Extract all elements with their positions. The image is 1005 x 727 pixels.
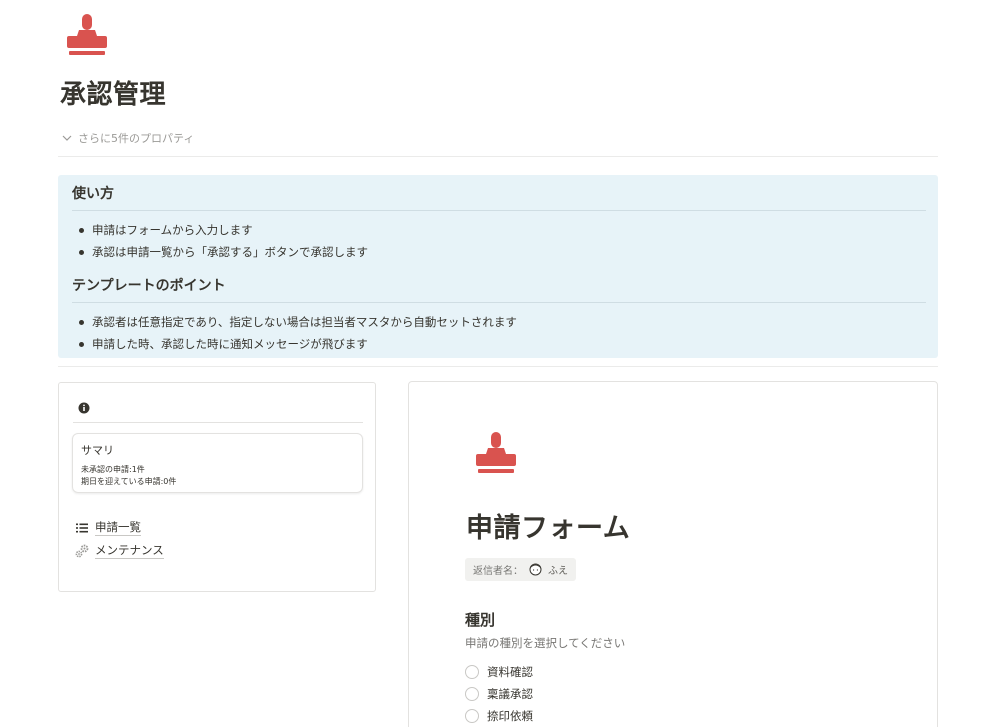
question-description: 申請の種別を選択してください bbox=[465, 636, 626, 650]
question-title: 種別 bbox=[465, 611, 496, 629]
divider bbox=[73, 422, 363, 423]
link-label: メンテナンス bbox=[95, 543, 164, 559]
radio-button[interactable] bbox=[465, 709, 479, 723]
list-icon bbox=[76, 523, 88, 533]
properties-toggle-label: さらに5件のプロパティ bbox=[78, 132, 195, 145]
usage-heading: 使い方 bbox=[72, 183, 926, 211]
gears-icon bbox=[75, 544, 89, 558]
radio-option[interactable]: 捺印依頼 bbox=[465, 708, 533, 724]
summary-line: 未承認の申請:1件 bbox=[81, 465, 145, 474]
properties-toggle[interactable]: さらに5件のプロパティ bbox=[62, 130, 194, 146]
list-item: 申請した時、承認した時に通知メッセージが飛びます bbox=[72, 333, 926, 355]
info-icon bbox=[78, 402, 90, 414]
radio-button[interactable] bbox=[465, 687, 479, 701]
link-label: 申請一覧 bbox=[95, 520, 141, 536]
radio-button[interactable] bbox=[465, 665, 479, 679]
list-item: 申請はフォームから入力します bbox=[72, 219, 926, 241]
list-item: 承認者は任意指定であり、指定しない場合は担当者マスタから自動セットされます bbox=[72, 311, 926, 333]
form-title: 申請フォーム bbox=[466, 513, 631, 544]
usage-list: 申請はフォームから入力します 承認は申請一覧から「承認する」ボタンで承認します bbox=[72, 219, 926, 263]
summary-line: 期日を迎えている申請:0件 bbox=[81, 477, 177, 486]
summary-card[interactable]: サマリ 未承認の申請:1件 期日を迎えている申請:0件 bbox=[72, 433, 363, 493]
application-form: 申請フォーム 返信者名： ふえ 種別 申請の種別を選択してください 資料確認 稟… bbox=[408, 381, 938, 727]
list-item: 承認は申請一覧から「承認する」ボタンで承認します bbox=[72, 241, 926, 263]
stamp-icon bbox=[67, 14, 107, 55]
option-label: 資料確認 bbox=[487, 665, 533, 679]
stamp-icon bbox=[476, 432, 516, 473]
link-maintenance[interactable]: メンテナンス bbox=[75, 543, 164, 559]
avatar bbox=[529, 563, 542, 576]
sidebar-card: サマリ 未承認の申請:1件 期日を迎えている申請:0件 申請一覧 メンテナンス bbox=[58, 382, 376, 592]
page-title: 承認管理 bbox=[60, 80, 167, 110]
radio-option[interactable]: 稟議承認 bbox=[465, 686, 533, 702]
summary-title: サマリ bbox=[81, 444, 114, 457]
divider bbox=[58, 366, 938, 367]
option-label: 捺印依頼 bbox=[487, 709, 533, 723]
usage-callout: 使い方 申請はフォームから入力します 承認は申請一覧から「承認する」ボタンで承認… bbox=[58, 175, 938, 358]
option-label: 稟議承認 bbox=[487, 687, 533, 701]
points-heading: テンプレートのポイント bbox=[72, 275, 926, 303]
sender-badge: 返信者名： ふえ bbox=[465, 558, 576, 581]
points-list: 承認者は任意指定であり、指定しない場合は担当者マスタから自動セットされます 申請… bbox=[72, 311, 926, 355]
divider bbox=[58, 156, 938, 157]
sender-name: ふえ bbox=[548, 566, 568, 577]
link-application-list[interactable]: 申請一覧 bbox=[75, 520, 141, 536]
chevron-down-icon bbox=[62, 135, 72, 141]
radio-option[interactable]: 資料確認 bbox=[465, 664, 533, 680]
sender-label: 返信者名： bbox=[473, 566, 523, 577]
